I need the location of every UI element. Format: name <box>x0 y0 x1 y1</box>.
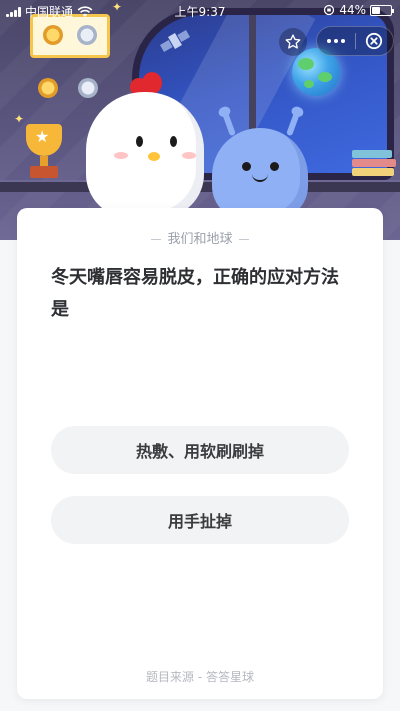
favorite-button[interactable] <box>279 28 307 56</box>
mini-program-capsule <box>316 26 394 56</box>
gold-medal-icon <box>38 78 58 98</box>
close-circle-icon <box>366 32 383 50</box>
status-bar: 中国联通 上午9:37 44% <box>0 0 400 20</box>
chick-mascot <box>86 92 204 218</box>
question-text: 冬天嘴唇容易脱皮，正确的应对方法是 <box>51 267 339 320</box>
alien-mascot <box>212 128 308 220</box>
star-outline-icon <box>285 34 301 49</box>
battery-icon <box>370 4 394 16</box>
more-dots-icon <box>326 39 331 43</box>
question-source: 题目来源 - 答答星球 <box>146 670 254 684</box>
close-button[interactable] <box>356 27 394 55</box>
trophy-icon: ★ <box>22 124 66 182</box>
question-card: 我们和地球 冬天嘴唇容易脱皮，正确的应对方法是 热敷、用软刷刷掉 用手扯掉 题目… <box>17 208 383 699</box>
battery-percent: 44% <box>339 3 366 17</box>
answer-option-1[interactable]: 热敷、用软刷刷掉 <box>51 426 349 474</box>
more-button[interactable] <box>317 27 355 55</box>
silver-medal-icon <box>78 78 98 98</box>
books-icon <box>352 144 400 180</box>
gold-medal-icon <box>43 25 63 45</box>
medal-frame <box>30 14 110 58</box>
category-label: 我们和地球 <box>17 228 383 247</box>
answer-option-2[interactable]: 用手扯掉 <box>51 496 349 544</box>
orientation-lock-icon <box>324 4 335 16</box>
silver-medal-icon <box>77 25 97 45</box>
